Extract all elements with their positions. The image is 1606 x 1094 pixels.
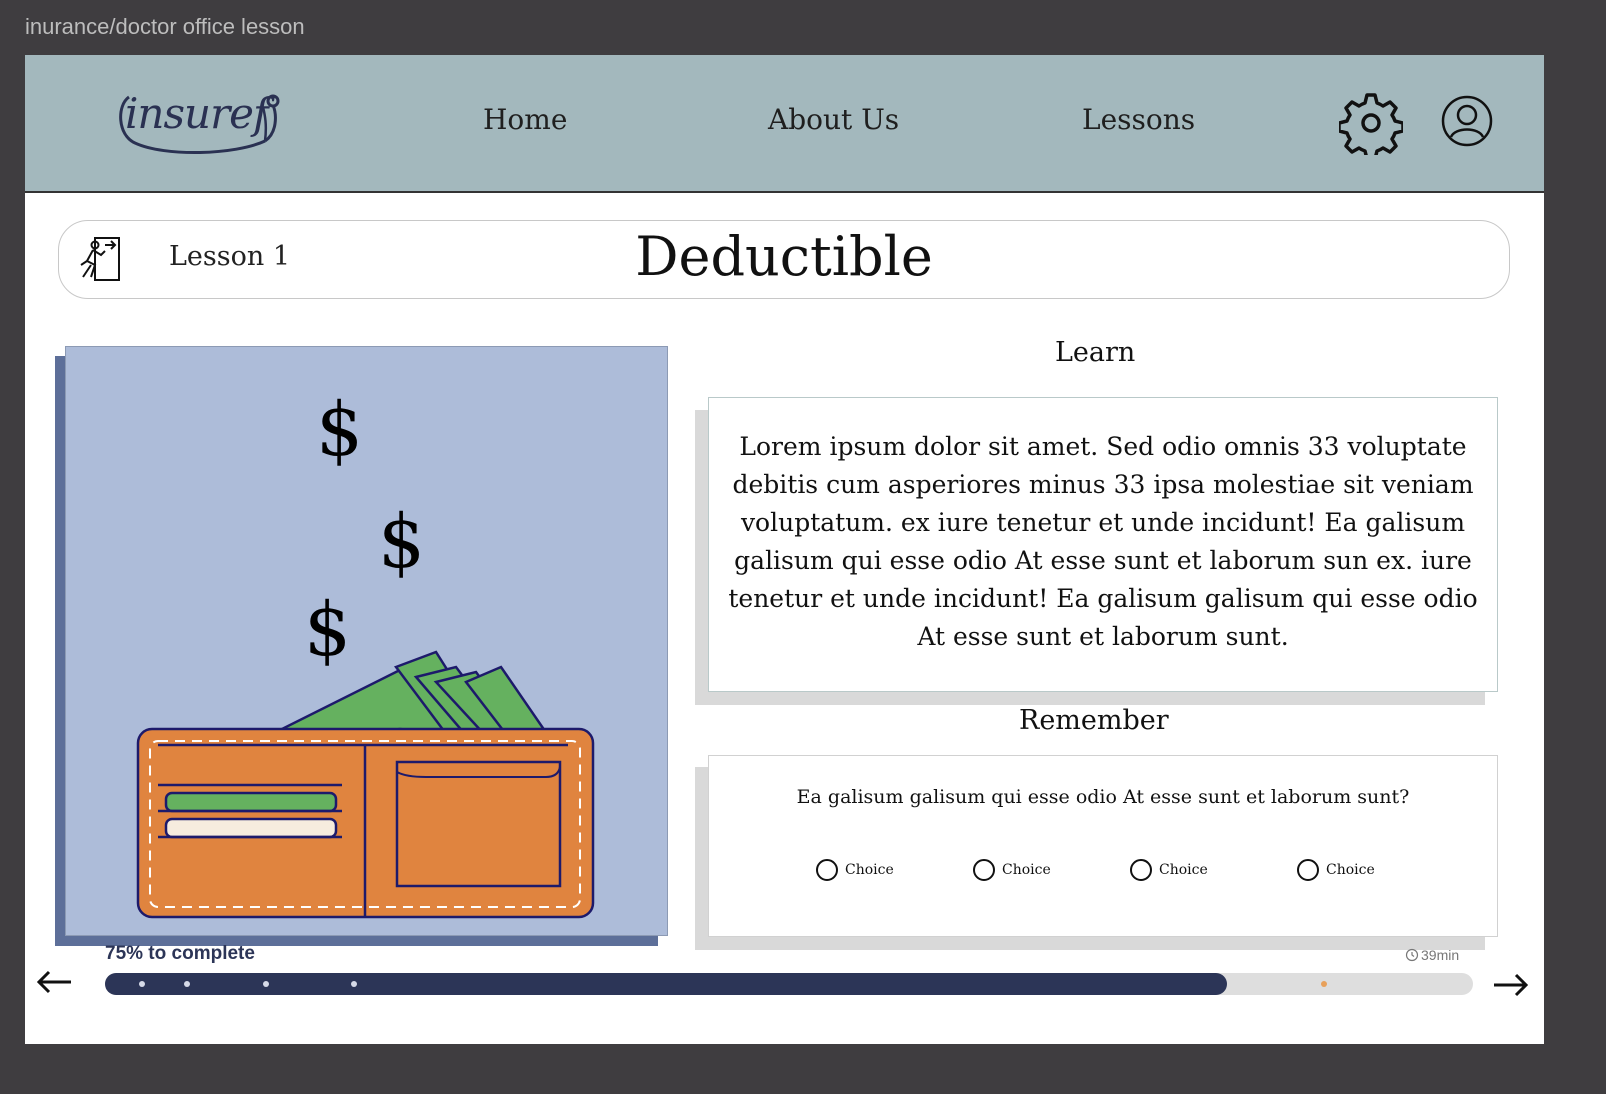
remember-heading: Remember (1019, 705, 1169, 736)
learn-card: Lorem ipsum dolor sit amet. Sed odio omn… (708, 397, 1498, 692)
choice-3[interactable]: Choice (1130, 859, 1208, 881)
lesson-page: insuref Home About Us Lessons Lesson 1 D… (25, 55, 1544, 1044)
radio-button[interactable] (1297, 859, 1319, 881)
insuref-logo[interactable]: insuref (115, 85, 290, 165)
radio-button[interactable] (973, 859, 995, 881)
progress-label: 75% to complete (105, 943, 255, 964)
wallet-icon (136, 650, 595, 919)
progress-checkpoint (263, 981, 269, 987)
nav-home[interactable]: Home (483, 103, 567, 136)
time-text: 39min (1421, 947, 1460, 963)
dollar-sign: $ (316, 387, 364, 473)
progress-checkpoint (139, 981, 145, 987)
gear-icon[interactable] (1339, 91, 1403, 155)
dollar-sign: $ (378, 499, 426, 585)
radio-button[interactable] (1130, 859, 1152, 881)
top-nav-bar: insuref Home About Us Lessons (25, 55, 1544, 193)
progress-checkpoint (351, 981, 357, 987)
choice-label: Choice (1002, 862, 1051, 878)
learn-text: Lorem ipsum dolor sit amet. Sed odio omn… (728, 432, 1478, 651)
progress-checkpoint (1321, 981, 1327, 987)
time-estimate: 39min (1405, 947, 1459, 963)
choice-2[interactable]: Choice (973, 859, 1051, 881)
clock-icon (1405, 948, 1419, 962)
choice-label: Choice (845, 862, 894, 878)
window-title: inurance/doctor office lesson (25, 14, 305, 39)
learn-heading: Learn (1055, 337, 1136, 368)
logo-text: insuref (125, 89, 269, 138)
wallet-illustration: $ $ $ (65, 346, 668, 936)
lesson-title: Deductible (635, 225, 933, 288)
choice-label: Choice (1326, 862, 1375, 878)
lesson-header-bar: Lesson 1 Deductible (58, 220, 1510, 299)
progress-fill (105, 973, 1227, 995)
nav-lessons[interactable]: Lessons (1082, 103, 1195, 136)
previous-arrow-icon[interactable] (35, 967, 75, 997)
next-arrow-icon[interactable] (1490, 970, 1530, 1000)
progress-checkpoint (184, 981, 190, 987)
choice-4[interactable]: Choice (1297, 859, 1375, 881)
quiz-question: Ea galisum galisum qui esse odio At esse… (796, 786, 1410, 808)
choice-1[interactable]: Choice (816, 859, 894, 881)
remember-card: Ea galisum galisum qui esse odio At esse… (708, 755, 1498, 937)
user-icon[interactable] (1441, 95, 1493, 147)
nav-about-us[interactable]: About Us (768, 103, 899, 136)
radio-button[interactable] (816, 859, 838, 881)
choice-label: Choice (1159, 862, 1208, 878)
progress-bar[interactable] (105, 973, 1473, 995)
